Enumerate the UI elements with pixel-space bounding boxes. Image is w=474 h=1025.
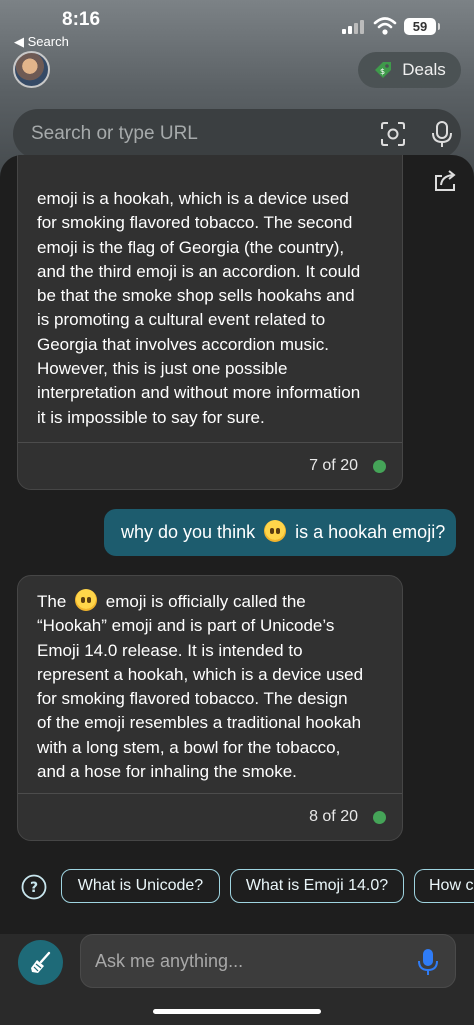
turn-counter: 7 of 20 [309, 457, 358, 474]
message-line: and the third emoji is an accordion. It … [37, 261, 361, 281]
message-text-part: emoji is officially called the [105, 592, 306, 611]
message-divider [18, 793, 402, 794]
suggestion-chip[interactable]: What is Unicode? [61, 869, 220, 903]
message-text: The emoji is officially called the “Hook… [37, 589, 392, 784]
back-to-search-link[interactable]: ◀ Search [14, 34, 69, 50]
cellular-signal-icon [342, 20, 366, 34]
message-line: However, this is just one possible [37, 359, 288, 379]
visual-search-icon[interactable] [380, 121, 406, 147]
ask-box[interactable] [80, 934, 456, 988]
message-text-part: The [37, 592, 67, 611]
message-line: The emoji is officially called the [37, 589, 392, 614]
clock: 8:16 [62, 9, 101, 30]
status-bar: 8:16 ◀ Search 59 [0, 0, 474, 52]
turn-counter: 8 of 20 [309, 808, 358, 825]
microphone-icon[interactable] [418, 948, 438, 976]
message-line: Georgia that involves accordion music. [37, 334, 329, 354]
user-text-part: is a hookah emoji? [295, 522, 446, 542]
microphone-icon[interactable] [431, 120, 453, 148]
chat-sheet: emoji is a hookah, which is a device use… [0, 155, 474, 1025]
home-indicator [153, 1009, 321, 1014]
message-line: is promoting a cultural event related to [37, 310, 326, 330]
message-line: emoji is a hookah, which is a device use… [37, 189, 349, 208]
suggestion-chip[interactable]: How c [414, 869, 474, 903]
message-divider [18, 442, 402, 443]
bot-message: emoji is a hookah, which is a device use… [17, 155, 403, 490]
user-message: why do you think is a hookah emoji? [104, 509, 456, 556]
status-dot [373, 811, 386, 824]
message-line: represent a hookah, which is a device us… [37, 664, 364, 684]
help-icon[interactable]: ? [21, 874, 47, 900]
message-line: it is impossible to say for sure. [37, 407, 265, 427]
suggestion-chips: ? What is Unicode? What is Emoji 14.0? H… [0, 869, 474, 905]
user-message-text: why do you think is a hookah emoji? [121, 509, 445, 556]
face-emoji-icon [264, 520, 287, 542]
price-tag-icon: $ [375, 62, 392, 78]
message-line: Emoji 14.0 release. It is intended to [37, 640, 303, 660]
deals-button[interactable]: $ Deals [358, 52, 461, 88]
message-line: of the emoji resembles a traditional hoo… [37, 713, 362, 733]
message-line: and a hose for inhaling the smoke. [37, 762, 297, 782]
address-bar[interactable] [13, 109, 461, 159]
user-text-part: why do you think [121, 522, 256, 542]
share-icon[interactable] [432, 168, 458, 192]
broom-icon [30, 951, 50, 973]
profile-avatar[interactable] [13, 51, 50, 88]
new-topic-button[interactable] [18, 940, 63, 985]
message-line: emoji is the flag of Georgia (the countr… [37, 237, 345, 257]
search-input[interactable] [31, 109, 361, 159]
bot-message: The emoji is officially called the “Hook… [17, 575, 403, 841]
deals-label: Deals [402, 60, 446, 79]
svg-text:?: ? [30, 880, 38, 896]
message-text: emoji is a hookah, which is a device use… [37, 187, 392, 430]
wifi-icon [373, 17, 397, 35]
message-line: “Hookah” emoji and is part of Unicode’s [37, 616, 335, 636]
face-emoji-icon [75, 589, 98, 611]
ask-input[interactable] [95, 935, 405, 987]
status-dot [373, 460, 386, 473]
message-line: for smoking flavored tobacco. The second [37, 213, 353, 233]
composer-bar [0, 934, 474, 1025]
suggestion-chip[interactable]: What is Emoji 14.0? [230, 869, 404, 903]
message-line: interpretation and without more informat… [37, 383, 361, 403]
message-line: be that the smoke shop sells hookahs and [37, 286, 355, 306]
message-line: for smoking flavored tobacco. The design [37, 689, 348, 709]
svg-text:$: $ [380, 67, 385, 76]
battery-indicator: 59 [404, 18, 440, 35]
message-line: with a long stem, a bowl for the tobacco… [37, 737, 341, 757]
